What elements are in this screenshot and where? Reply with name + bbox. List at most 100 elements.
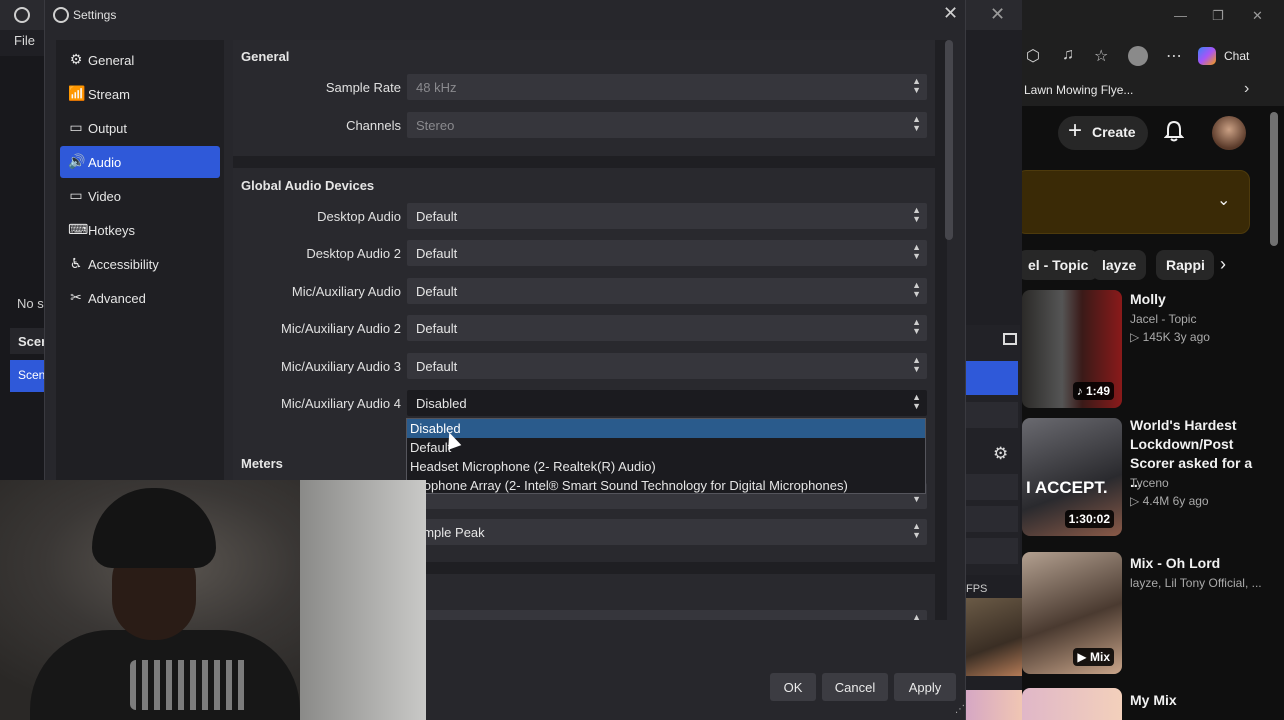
mic-aux-audio-select[interactable]: Default ▲ ▼ bbox=[407, 278, 927, 304]
dock-icon[interactable] bbox=[1003, 333, 1017, 345]
favorite-link[interactable]: Lawn Mowing Flye... bbox=[1024, 83, 1133, 97]
nav-item-general[interactable]: ⚙ General bbox=[60, 44, 220, 76]
mic-aux-audio-3-select[interactable]: Default ▲ ▼ bbox=[407, 353, 927, 379]
ok-button[interactable]: OK bbox=[770, 673, 816, 701]
resize-grip-icon[interactable]: ⋰ bbox=[955, 704, 965, 715]
chip-rapp[interactable]: Rappi bbox=[1156, 250, 1214, 280]
nav-item-advanced[interactable]: ✂ Advanced bbox=[60, 282, 220, 314]
obs-row[interactable] bbox=[966, 474, 1018, 500]
browser-window: — ❐ ✕ ⬡ ♫ ☆ ⋯ Chat Lawn Mowing Flye... ›… bbox=[1022, 0, 1284, 720]
nav-item-output[interactable]: ▭ Output bbox=[60, 112, 220, 144]
monitor-icon: ▭ bbox=[69, 187, 83, 203]
select-value: Default bbox=[416, 284, 458, 299]
gear-icon: ⚙ bbox=[69, 51, 83, 67]
sample-rate-select[interactable]: 48 kHz ▲ ▼ bbox=[407, 74, 927, 100]
channels-select[interactable]: Stereo ▲ ▼ bbox=[407, 112, 927, 138]
copilot-icon[interactable] bbox=[1198, 47, 1216, 65]
select-value: Default bbox=[416, 321, 458, 336]
profile-icon[interactable] bbox=[1128, 46, 1148, 66]
select-value: 48 kHz bbox=[416, 80, 457, 95]
updown-arrow-icon: ▲▼ bbox=[912, 76, 921, 95]
tools-icon: ✂ bbox=[70, 289, 82, 305]
mic-aux-audio-2-select[interactable]: Default ▲ ▼ bbox=[407, 315, 927, 341]
mic-aux-audio-3-label: Mic/Auxiliary Audio 3 bbox=[281, 359, 401, 374]
video-thumbnail[interactable] bbox=[1022, 688, 1122, 720]
desktop-audio-2-label: Desktop Audio 2 bbox=[306, 246, 401, 261]
video-channel[interactable]: Tyceno bbox=[1130, 474, 1169, 492]
output-icon: ▭ bbox=[69, 119, 83, 135]
webcam-overlay bbox=[0, 480, 426, 720]
antenna-icon: 📶 bbox=[68, 85, 86, 101]
chat-button[interactable]: Chat bbox=[1224, 49, 1249, 63]
obs-row[interactable] bbox=[966, 506, 1018, 532]
video-meta: ▷ 4.4M 6y ago bbox=[1130, 494, 1209, 508]
nav-item-audio[interactable]: 🔊 Audio bbox=[60, 146, 220, 178]
dropdown-option-headset-mic[interactable]: Headset Microphone (2- Realtek(R) Audio) bbox=[407, 457, 925, 476]
group-global-audio-devices: Global Audio Devices Desktop Audio Defau… bbox=[233, 168, 935, 452]
chevron-down-icon[interactable]: ⌄ bbox=[1217, 190, 1230, 210]
nav-item-stream[interactable]: 📶 Stream bbox=[60, 78, 220, 110]
avatar[interactable] bbox=[1212, 116, 1246, 150]
updown-arrow-icon: ▲▼ bbox=[912, 205, 921, 224]
obs-close-icon[interactable]: ✕ bbox=[990, 4, 1005, 25]
scrollbar[interactable] bbox=[1270, 112, 1278, 246]
updown-arrow-icon: ▲▼ bbox=[912, 242, 921, 261]
desktop-audio-select[interactable]: Default ▲ ▼ bbox=[407, 203, 927, 229]
obs-logo-icon bbox=[14, 7, 30, 23]
chevron-right-icon[interactable]: › bbox=[1220, 254, 1226, 275]
content-scrollbar[interactable] bbox=[945, 40, 953, 240]
favorites-icon[interactable]: ☆ bbox=[1094, 46, 1108, 66]
updown-arrow-icon: ▲▼ bbox=[912, 317, 921, 336]
apply-button[interactable]: Apply bbox=[894, 673, 956, 701]
nav-label: Video bbox=[88, 189, 122, 204]
video-title[interactable]: Mix - Oh Lord bbox=[1130, 554, 1220, 573]
close-icon[interactable]: ✕ bbox=[943, 3, 958, 24]
extensions-icon[interactable]: ⬡ bbox=[1026, 46, 1040, 66]
video-channel[interactable]: Jacel - Topic bbox=[1130, 310, 1196, 328]
bell-icon[interactable] bbox=[1164, 120, 1184, 142]
desktop-audio-2-select[interactable]: Default ▲ ▼ bbox=[407, 240, 927, 266]
dialog-titlebar bbox=[45, 0, 965, 30]
video-thumbnail[interactable]: ▶ Mix bbox=[1022, 552, 1122, 674]
updown-arrow-icon: ▲▼ bbox=[912, 280, 921, 299]
updown-arrow-icon: ▲▼ bbox=[912, 521, 921, 540]
obs-row[interactable] bbox=[966, 402, 1018, 428]
nav-label: Accessibility bbox=[88, 257, 159, 272]
video-thumbnail[interactable]: I ACCEPT. 1:30:02 bbox=[1022, 418, 1122, 536]
dropdown-option-disabled[interactable]: Disabled bbox=[407, 419, 925, 438]
gear-icon[interactable]: ⚙ bbox=[993, 444, 1008, 464]
minimize-icon[interactable]: — bbox=[1174, 8, 1187, 23]
mic-aux-audio-4-select[interactable]: Disabled ▲ ▼ bbox=[407, 390, 927, 416]
updown-arrow-icon: ▲▼ bbox=[912, 114, 921, 133]
dropdown-option-default[interactable]: Default bbox=[407, 438, 925, 457]
dropdown-option-mic-array[interactable]: icrophone Array (2- Intel® Smart Sound T… bbox=[407, 476, 925, 495]
video-title[interactable]: Molly bbox=[1130, 290, 1166, 309]
thumbnail-text: I ACCEPT. bbox=[1026, 478, 1108, 497]
group-general: General Sample Rate 48 kHz ▲ ▼ Channels S… bbox=[233, 40, 935, 156]
video-title[interactable]: My Mix bbox=[1130, 691, 1177, 710]
close-icon[interactable]: ✕ bbox=[1252, 8, 1263, 24]
maximize-icon[interactable]: ❐ bbox=[1212, 8, 1224, 24]
peak-meter-type-select[interactable]: ample Peak ▲ ▼ bbox=[407, 519, 927, 545]
menu-file[interactable]: File bbox=[14, 33, 35, 48]
chevron-right-icon[interactable]: › bbox=[1244, 80, 1249, 98]
banner-panel[interactable] bbox=[1022, 170, 1250, 234]
obs-row[interactable] bbox=[966, 538, 1018, 564]
speaker-icon: 🔊 bbox=[68, 153, 86, 169]
cancel-button[interactable]: Cancel bbox=[822, 673, 888, 701]
preview-thumbnail-2 bbox=[966, 690, 1022, 720]
scene-list-item[interactable]: Scen bbox=[10, 360, 46, 392]
video-thumbnail[interactable]: ♪ 1:49 bbox=[1022, 290, 1122, 408]
music-icon[interactable]: ♫ bbox=[1062, 46, 1074, 64]
next-select[interactable]: ▲▼ bbox=[407, 610, 927, 620]
desktop-audio-label: Desktop Audio bbox=[317, 209, 401, 224]
nav-item-video[interactable]: ▭ Video bbox=[60, 180, 220, 212]
video-channel[interactable]: layze, Lil Tony Official, ... bbox=[1130, 574, 1262, 592]
chip-topic[interactable]: el - Topic bbox=[1022, 250, 1099, 280]
nav-item-accessibility[interactable]: ♿ Accessibility bbox=[60, 248, 220, 280]
scenes-heading: Scen bbox=[10, 328, 49, 354]
nav-item-hotkeys[interactable]: ⌨ Hotkeys bbox=[60, 214, 220, 246]
more-icon[interactable]: ⋯ bbox=[1166, 46, 1182, 66]
chip-layze[interactable]: layze bbox=[1092, 250, 1147, 280]
obs-selected-row[interactable] bbox=[966, 361, 1018, 395]
